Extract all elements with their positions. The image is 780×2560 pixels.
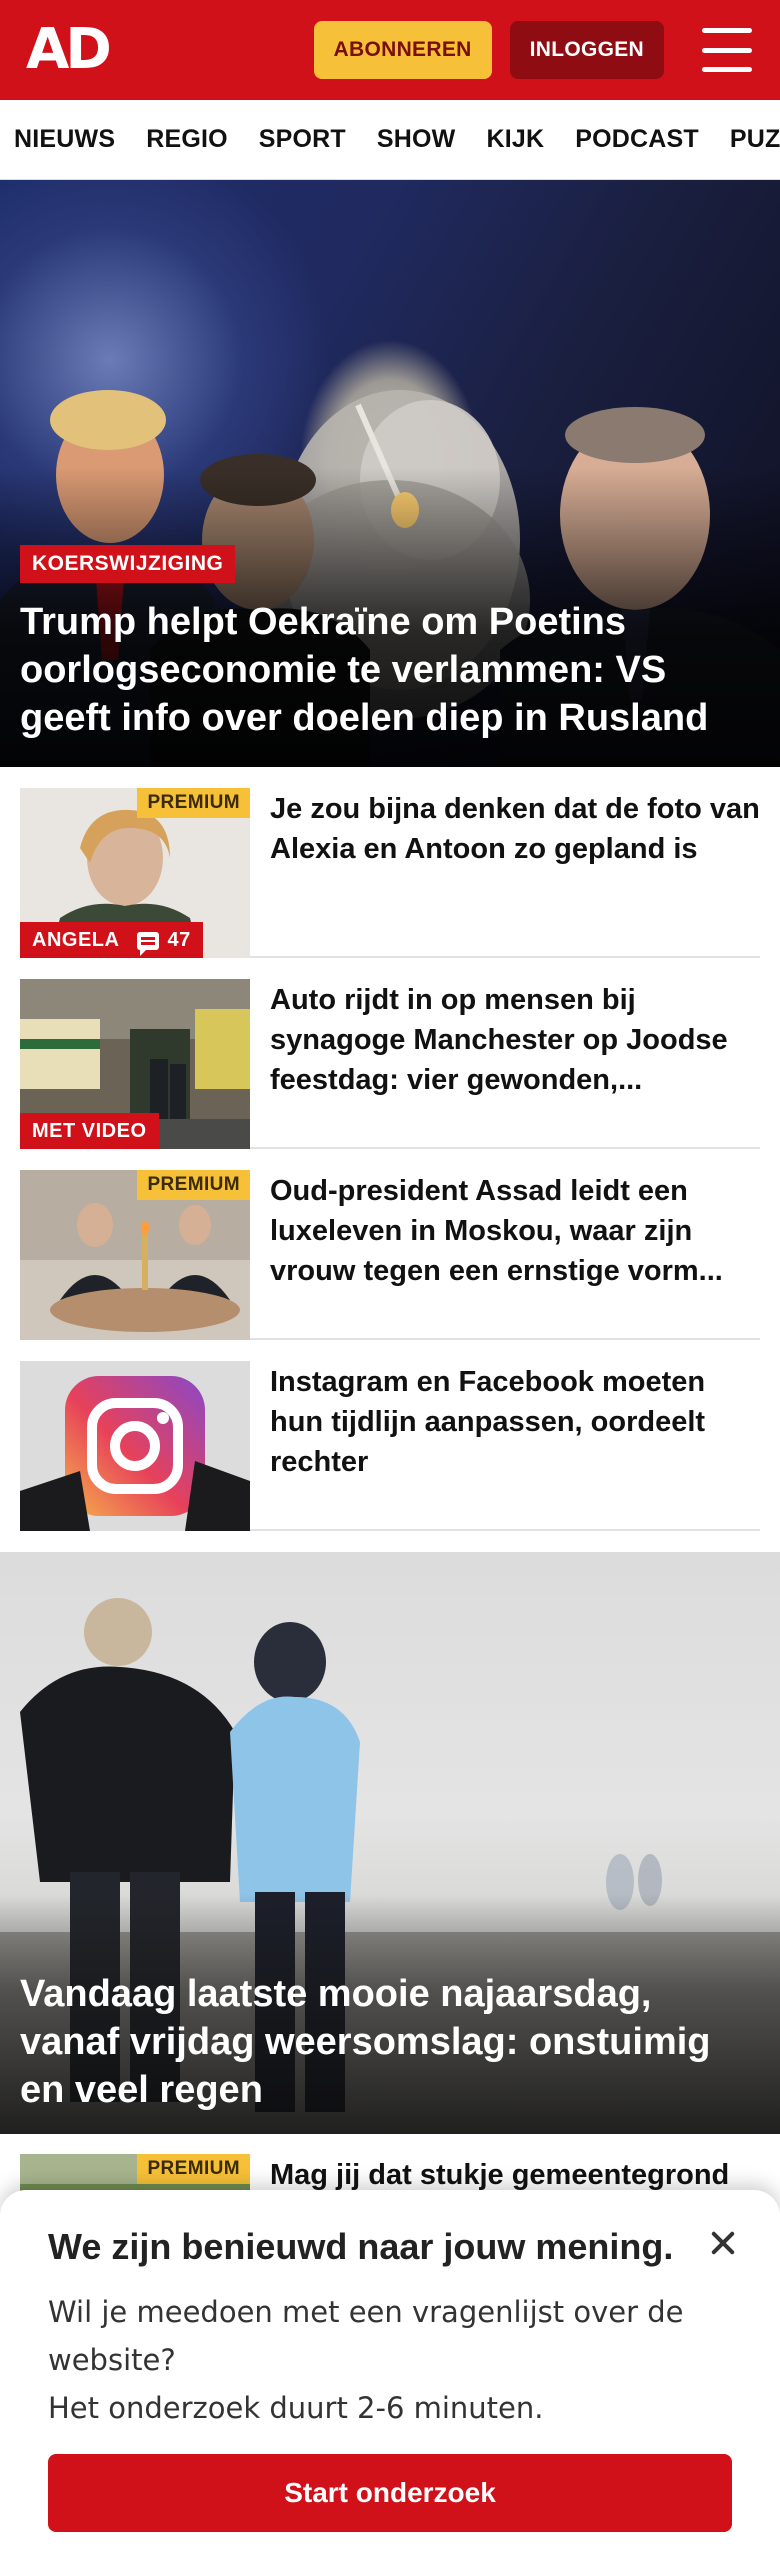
site-header: AD ABONNEREN INLOGGEN <box>0 0 780 100</box>
article-list: PREMIUM ANGELA 47 Je zou bijna denken da… <box>0 767 780 1531</box>
nav-item-regio[interactable]: REGIO <box>146 125 228 154</box>
survey-description: Wil je meedoen met een vragenlijst over … <box>48 2288 690 2432</box>
nav-item-nieuws[interactable]: NIEUWS <box>14 125 115 154</box>
premium-badge: PREMIUM <box>137 788 250 818</box>
article-title[interactable]: Oud-president Assad leidt een luxeleven … <box>270 1170 760 1338</box>
author-badge: ANGELA 47 <box>20 922 203 958</box>
comment-count-value: 47 <box>167 929 191 951</box>
survey-line-2: Het onderzoek duurt 2-6 minuten. <box>48 2391 544 2425</box>
article-title[interactable]: Je zou bijna denken dat de foto van Alex… <box>270 788 760 956</box>
weather-hero-article[interactable]: Vandaag laatste mooie najaarsdag, vanaf … <box>0 1552 780 2134</box>
list-item[interactable]: Instagram en Facebook moeten hun tijdlij… <box>20 1340 760 1531</box>
subscribe-button[interactable]: ABONNEREN <box>313 21 492 79</box>
article-title[interactable]: Instagram en Facebook moeten hun tijdlij… <box>270 1361 760 1529</box>
hero-headline[interactable]: Trump helpt Oekraïne om Poetins oorlogse… <box>20 598 760 742</box>
hero-tag-badge: KOERSWIJZIGING <box>20 545 236 583</box>
nav-item-kijk[interactable]: KIJK <box>486 125 544 154</box>
nav-item-podcast[interactable]: PODCAST <box>575 125 699 154</box>
close-icon[interactable] <box>710 2230 736 2256</box>
thumbnail-image <box>20 1361 250 1531</box>
list-item[interactable]: PREMIUM Oud-president Assad leidt een lu… <box>20 1149 760 1340</box>
hamburger-menu-icon[interactable] <box>702 28 752 72</box>
survey-line-1: Wil je meedoen met een vragenlijst over … <box>48 2295 684 2377</box>
nav-item-show[interactable]: SHOW <box>377 125 456 154</box>
article-thumbnail[interactable]: PREMIUM <box>20 1170 250 1340</box>
survey-title: We zijn benieuwd naar jouw mening. <box>48 2226 674 2267</box>
comment-bubble-icon <box>137 931 160 956</box>
nav-item-puzzel[interactable]: PUZZ <box>730 125 780 154</box>
section-nav: NIEUWS REGIO SPORT SHOW KIJK PODCAST PUZ… <box>0 100 780 180</box>
list-item[interactable]: MET VIDEO Auto rijdt in op mensen bij sy… <box>20 958 760 1149</box>
survey-sheet: We zijn benieuwd naar jouw mening. Wil j… <box>0 2190 780 2560</box>
hero-headline[interactable]: Vandaag laatste mooie najaarsdag, vanaf … <box>20 1970 760 2114</box>
header-actions: ABONNEREN INLOGGEN <box>313 21 754 79</box>
article-thumbnail[interactable]: PREMIUM ANGELA 47 <box>20 788 250 958</box>
article-thumbnail[interactable]: MET VIDEO <box>20 979 250 1149</box>
login-button[interactable]: INLOGGEN <box>509 21 664 79</box>
article-thumbnail[interactable] <box>20 1361 250 1531</box>
comment-count[interactable]: 47 <box>137 929 191 956</box>
hero-article[interactable]: KOERSWIJZIGING Trump helpt Oekraïne om P… <box>0 180 780 767</box>
premium-badge: PREMIUM <box>137 2154 250 2184</box>
nav-item-sport[interactable]: SPORT <box>259 125 346 154</box>
article-title[interactable]: Auto rijdt in op mensen bij synagoge Man… <box>270 979 760 1147</box>
video-badge: MET VIDEO <box>20 1113 159 1149</box>
premium-badge: PREMIUM <box>137 1170 250 1200</box>
start-survey-button[interactable]: Start onderzoek <box>48 2454 732 2532</box>
list-item[interactable]: PREMIUM ANGELA 47 Je zou bijna denken da… <box>20 767 760 958</box>
ad-logo[interactable]: AD <box>26 22 112 78</box>
author-label: ANGELA <box>32 929 120 951</box>
